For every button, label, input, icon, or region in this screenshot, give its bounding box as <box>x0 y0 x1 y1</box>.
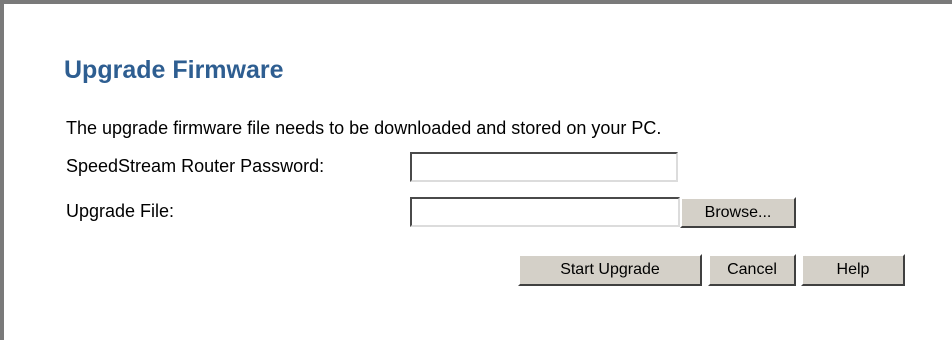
help-button[interactable]: Help <box>801 254 905 286</box>
password-input[interactable] <box>410 152 678 182</box>
top-border <box>0 0 952 4</box>
left-border <box>0 0 4 340</box>
browse-button[interactable]: Browse... <box>680 197 796 228</box>
firmware-panel: Upgrade Firmware The upgrade firmware fi… <box>0 0 952 340</box>
page-title: Upgrade Firmware <box>64 56 284 84</box>
start-upgrade-button[interactable]: Start Upgrade <box>518 254 702 286</box>
intro-text: The upgrade firmware file needs to be do… <box>66 118 662 138</box>
password-label: SpeedStream Router Password: <box>66 156 325 176</box>
cancel-button[interactable]: Cancel <box>708 254 796 286</box>
upgrade-file-label: Upgrade File: <box>66 201 175 221</box>
upgrade-file-input[interactable] <box>410 197 680 227</box>
